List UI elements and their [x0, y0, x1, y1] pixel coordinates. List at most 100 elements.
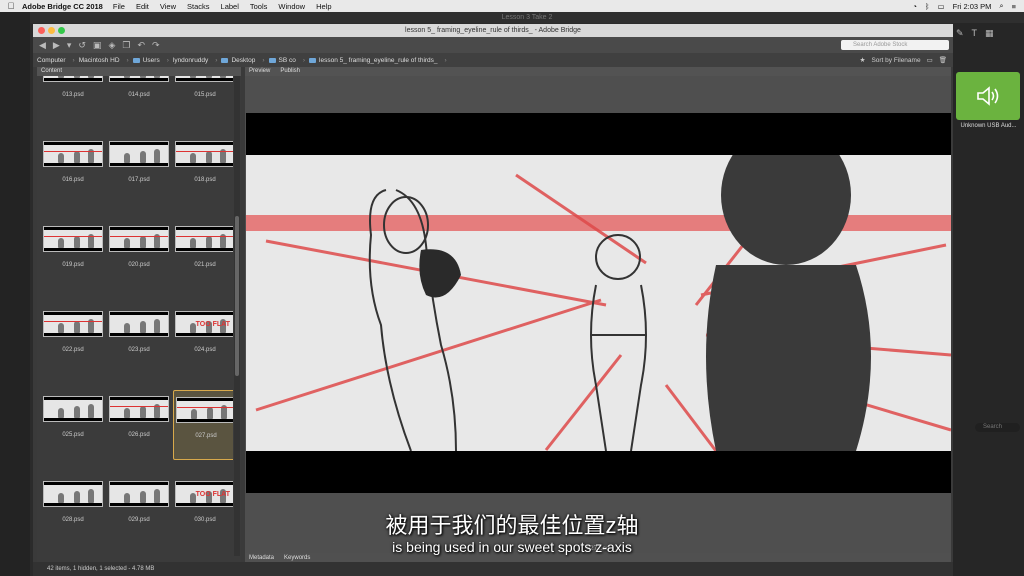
rotate-right-icon[interactable]: ↷ [152, 40, 160, 51]
storyboard-drawing [246, 125, 952, 452]
speaker-icon [977, 86, 999, 106]
thumbnail-image [175, 141, 233, 167]
thumbnail-image [109, 481, 169, 507]
thumbnail-item[interactable]: 020.psd [107, 220, 171, 290]
thumbnail-image: TOO FLAT [175, 481, 233, 507]
breadcrumb-desktop[interactable]: Desktop [221, 57, 255, 64]
breadcrumb: Computer › Macintosh HD › Users › lyndonrud… [33, 53, 953, 67]
preview-image[interactable] [246, 113, 952, 493]
breadcrumb-macintosh-hd[interactable]: Macintosh HD [79, 57, 120, 64]
thumbnail-item[interactable]: 022.psd [41, 305, 105, 375]
status-text: 42 items, 1 hidden, 1 selected - 4.78 MB [47, 566, 155, 572]
breadcrumb-users[interactable]: Users [132, 57, 160, 64]
tab-preview[interactable]: Preview [249, 67, 270, 76]
text-tool-icon[interactable]: T [972, 28, 978, 40]
menu-stacks[interactable]: Stacks [187, 2, 210, 11]
rotate-left-icon[interactable]: ↶ [137, 40, 145, 51]
app-name[interactable]: Adobe Bridge CC 2018 [22, 2, 103, 11]
maximize-window-button[interactable] [58, 27, 65, 34]
grid-icon[interactable]: ▦ [985, 28, 994, 40]
thumbnail-image [43, 481, 103, 507]
thumbnail-item[interactable]: 023.psd [107, 305, 171, 375]
apple-icon[interactable]:  [0, 1, 22, 11]
thumbnail-label: 023.psd [128, 347, 150, 353]
thumbnail-label: 027.psd [195, 433, 217, 439]
outer-window-title: Lesson 3 Take 2 [30, 12, 1024, 23]
camera-icon[interactable]: ▣ [93, 40, 102, 51]
wifi-icon[interactable]: ◔ [913, 2, 918, 11]
thumbnail-item[interactable]: 014.psd [107, 76, 171, 120]
thumbnail-image [43, 76, 103, 82]
scrollbar-thumb[interactable] [235, 216, 239, 376]
menu-tools[interactable]: Tools [250, 2, 268, 11]
bluetooth-icon[interactable]: ᛒ [925, 2, 930, 11]
star-filter-icon[interactable]: ★ [860, 56, 866, 64]
bridge-window: lesson 5_ framing_eyeline_rule of thirds… [33, 24, 953, 576]
sort-dropdown[interactable]: Sort by Filename [871, 57, 920, 64]
search-input[interactable]: Search Adobe Stock [841, 40, 949, 50]
open-recent-icon[interactable]: ❐ [122, 40, 130, 51]
close-window-button[interactable] [38, 27, 45, 34]
menu-help[interactable]: Help [316, 2, 331, 11]
back-arrow-icon[interactable]: ◀ [39, 40, 46, 51]
right-search-field[interactable]: Search [975, 423, 1020, 432]
thumbnail-image [109, 76, 169, 82]
thumbnail-item[interactable]: 013.psd [41, 76, 105, 120]
search-icon[interactable]: ⌕ [999, 1, 1003, 11]
thumbnail-label: 020.psd [128, 262, 150, 268]
storyboard-frame [246, 125, 952, 452]
menu-view[interactable]: View [160, 2, 176, 11]
thumbnail-item[interactable]: 016.psd [41, 135, 105, 205]
right-toolbar: ✎ T ▦ [956, 28, 1020, 40]
thumbnail-item[interactable]: 026.psd [107, 390, 171, 460]
content-scrollbar[interactable] [234, 76, 240, 556]
breadcrumb-computer[interactable]: Computer [37, 57, 66, 64]
too-flat-note: TOO FLAT [195, 491, 230, 498]
thumbnail-item[interactable]: 018.psd [173, 135, 233, 205]
tab-content[interactable]: Content [41, 67, 62, 76]
thumbnail-item[interactable]: TOO FLAT 024.psd [173, 305, 233, 375]
trash-icon[interactable]: 🗑 [939, 56, 947, 64]
audio-device-button[interactable] [956, 72, 1020, 120]
breadcrumb-lesson[interactable]: lesson 5_ framing_eyeline_rule of thirds… [309, 57, 438, 64]
thumbnail-item[interactable]: 025.psd [41, 390, 105, 460]
thumbnail-image [175, 76, 233, 82]
preview-panel: Preview Publish 027.psd Metadata Keyword… [245, 67, 952, 576]
thumbnail-label: 015.psd [194, 92, 216, 98]
minimize-window-button[interactable] [48, 27, 55, 34]
subtitle-chinese: 被用于我们的最佳位置z轴 [385, 513, 639, 538]
thumbnail-label: 024.psd [194, 347, 216, 353]
thumbnail-image [43, 226, 103, 252]
menu-edit[interactable]: Edit [136, 2, 149, 11]
new-folder-icon[interactable]: ▭ [927, 56, 933, 64]
chevron-down-icon[interactable]: ▾ [67, 40, 72, 51]
thumbnail-image [176, 397, 233, 423]
breadcrumb-user[interactable]: lyndonruddy [173, 57, 208, 64]
thumbnail-item[interactable]: 021.psd [173, 220, 233, 290]
content-tab-bar: Content [37, 67, 241, 76]
thumbnail-label: 021.psd [194, 262, 216, 268]
refine-icon[interactable]: ◈ [108, 40, 115, 51]
thumbnail-label: 025.psd [62, 432, 84, 438]
thumbnail-label: 022.psd [62, 347, 84, 353]
menu-label[interactable]: Label [221, 2, 239, 11]
clock[interactable]: Fri 2:03 PM [953, 2, 992, 11]
forward-arrow-icon[interactable]: ▶ [53, 40, 60, 51]
menu-window[interactable]: Window [278, 2, 305, 11]
menu-file[interactable]: File [113, 2, 125, 11]
pen-icon[interactable]: ✎ [956, 28, 964, 40]
boomerang-icon[interactable]: ↺ [78, 40, 86, 51]
thumbnail-label: 017.psd [128, 177, 150, 183]
thumbnail-item[interactable]: 027.psd [173, 390, 233, 460]
thumbnail-item[interactable]: 019.psd [41, 220, 105, 290]
battery-icon[interactable]: ▭ [938, 2, 945, 11]
thumbnail-item[interactable]: 015.psd [173, 76, 233, 120]
thumbnail-label: 018.psd [194, 177, 216, 183]
breadcrumb-sb-co[interactable]: SB co [268, 57, 296, 64]
menu-list-icon[interactable]: ≡ [1012, 2, 1016, 11]
thumbnail-item[interactable]: 017.psd [107, 135, 171, 205]
tab-publish[interactable]: Publish [280, 67, 300, 76]
thumbnail-image [175, 226, 233, 252]
subtitle-english: is being used in our sweet spots z-axis [392, 539, 632, 555]
thumbnail-image [109, 226, 169, 252]
